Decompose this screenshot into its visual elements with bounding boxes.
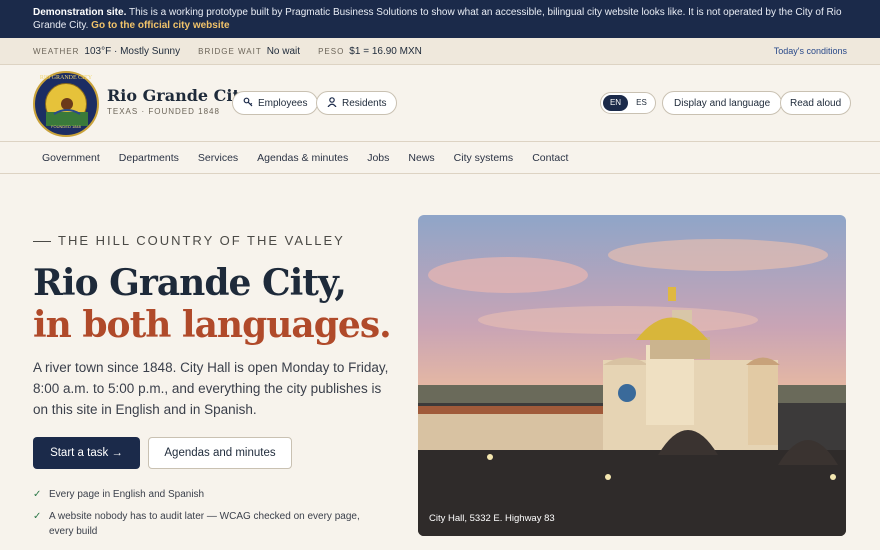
weather-label: WEATHER	[33, 46, 80, 56]
key-icon	[243, 97, 253, 109]
site-name[interactable]: Rio Grande City	[107, 86, 249, 105]
read-aloud-label: Read aloud	[790, 97, 842, 109]
main-nav: Government Departments Services Agendas …	[0, 142, 880, 174]
display-language-button[interactable]: Display and language	[662, 91, 783, 115]
check-item: ✓ A website nobody has to audit later — …	[33, 509, 378, 539]
display-language-label: Display and language	[674, 97, 771, 109]
agendas-minutes-button[interactable]: Agendas and minutes	[148, 437, 292, 469]
city-hall-illustration	[418, 239, 846, 536]
start-task-button[interactable]: Start a task →	[33, 437, 140, 469]
hero-title: Rio Grande City, in both languages.	[33, 262, 392, 346]
check-item: ✓ Every page in English and Spanish	[33, 487, 378, 502]
read-aloud-button[interactable]: Read aloud	[780, 91, 852, 115]
nav-city-systems[interactable]: City systems	[454, 152, 514, 164]
nav-departments[interactable]: Departments	[119, 152, 179, 164]
employees-label: Employees	[258, 97, 308, 109]
todays-conditions-link[interactable]: Today's conditions	[774, 46, 847, 56]
nav-contact[interactable]: Contact	[532, 152, 568, 164]
bridge-value: No wait	[266, 45, 301, 57]
language-toggle: EN ES	[600, 92, 656, 114]
check-icon: ✓	[33, 511, 42, 522]
employees-button[interactable]: Employees	[232, 91, 319, 115]
bridge-label: BRIDGE WAIT	[198, 46, 262, 56]
city-hall-photo: City Hall, 5332 E. Highway 83	[418, 215, 846, 536]
banner-strong: Demonstration site.	[33, 7, 127, 18]
check-text: A website nobody has to audit later — WC…	[49, 511, 360, 537]
weather-value: 103°F · Mostly Sunny	[84, 45, 181, 57]
nav-news[interactable]: News	[408, 152, 434, 164]
residents-label: Residents	[342, 97, 387, 109]
city-seal-logo[interactable]: RIO GRANDE CITY FOUNDED 1848	[33, 71, 99, 137]
peso-label: PESO	[318, 46, 345, 56]
hero-eyebrow: THE HILL COUNTRY OF THE VALLEY	[33, 233, 345, 248]
nav-jobs[interactable]: Jobs	[367, 152, 389, 164]
hero-title-line2: in both languages.	[33, 304, 392, 346]
lang-en-button[interactable]: EN	[603, 95, 628, 111]
site-header: RIO GRANDE CITY FOUNDED 1848 Rio Grande …	[0, 65, 880, 142]
seal-emblem	[45, 83, 88, 126]
nav-services[interactable]: Services	[198, 152, 238, 164]
seal-foot: FOUNDED 1848	[51, 124, 81, 129]
nav-agendas-minutes[interactable]: Agendas & minutes	[257, 152, 348, 164]
official-site-link[interactable]: Go to the official city website	[91, 20, 229, 31]
hero-lede: A river town since 1848. City Hall is op…	[33, 360, 389, 417]
conditions-bar: WEATHER 103°F · Mostly Sunny BRIDGE WAIT…	[0, 38, 880, 65]
check-text: Every page in English and Spanish	[49, 489, 205, 500]
demo-banner: Demonstration site. This is a working pr…	[0, 0, 880, 38]
photo-caption: City Hall, 5332 E. Highway 83	[429, 513, 555, 524]
lang-es-button[interactable]: ES	[630, 95, 653, 111]
person-icon	[327, 97, 337, 109]
residents-button[interactable]: Residents	[316, 91, 398, 115]
site-subtitle: TEXAS · FOUNDED 1848	[107, 107, 220, 116]
peso-value: $1 = 16.90 MXN	[349, 45, 422, 57]
hero-title-line1: Rio Grande City,	[33, 262, 347, 304]
nav-government[interactable]: Government	[42, 152, 100, 164]
check-icon: ✓	[33, 489, 42, 500]
seal-text: RIO GRANDE CITY	[39, 75, 93, 81]
